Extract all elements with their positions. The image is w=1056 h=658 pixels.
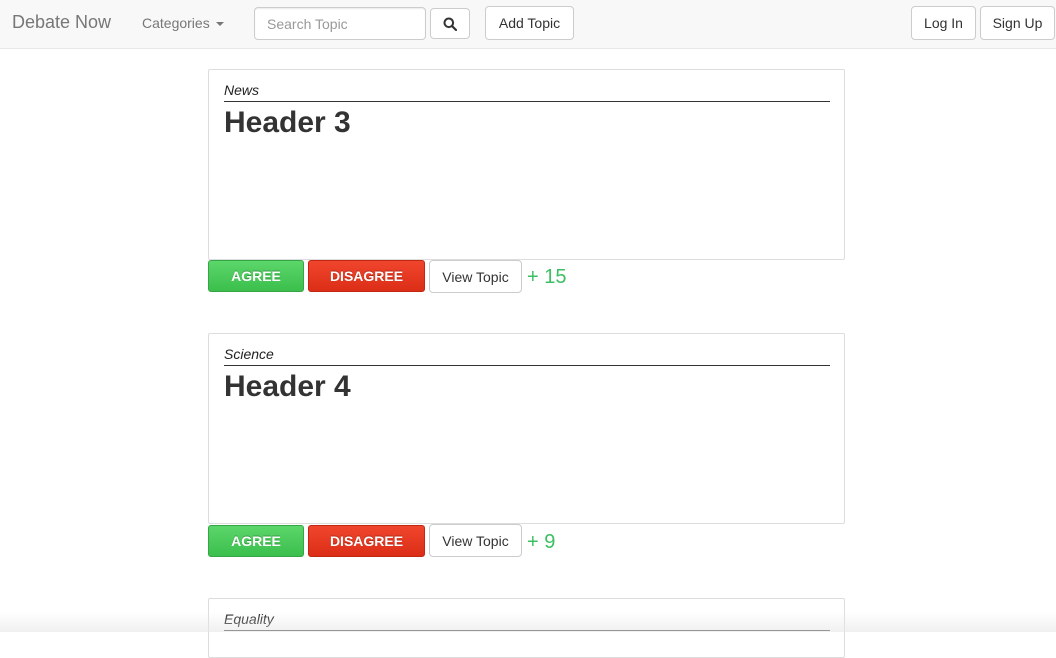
disagree-button[interactable]: DISAGREE [308,525,425,557]
disagree-button[interactable]: DISAGREE [308,260,425,292]
search-button[interactable] [430,8,470,39]
topic-card: Equality [208,598,845,658]
search-icon [443,17,457,31]
topic-card: News Header 3 [208,69,845,260]
view-topic-button[interactable]: View Topic [429,524,522,557]
signup-button[interactable]: Sign Up [980,6,1055,40]
add-topic-button[interactable]: Add Topic [485,6,574,40]
navbar: Debate Now Categories Add Topic Log In S… [0,0,1056,49]
caret-down-icon [215,22,224,27]
brand-logo[interactable]: Debate Now [12,12,111,33]
categories-dropdown[interactable]: Categories [142,15,224,31]
topic-title: Header 4 [224,370,351,403]
agree-button[interactable]: AGREE [208,260,304,292]
agree-button[interactable]: AGREE [208,525,304,557]
topic-category: News [224,82,830,102]
vote-score: + 15 [527,266,567,288]
topic-category: Equality [224,611,830,631]
vote-score: + 9 [527,531,556,553]
search-input[interactable] [254,7,426,40]
categories-label: Categories [142,15,210,31]
login-button[interactable]: Log In [911,6,976,40]
topic-card: Science Header 4 [208,333,845,524]
topic-title: Header 3 [224,106,351,139]
topic-category: Science [224,346,830,366]
view-topic-button[interactable]: View Topic [429,260,522,293]
